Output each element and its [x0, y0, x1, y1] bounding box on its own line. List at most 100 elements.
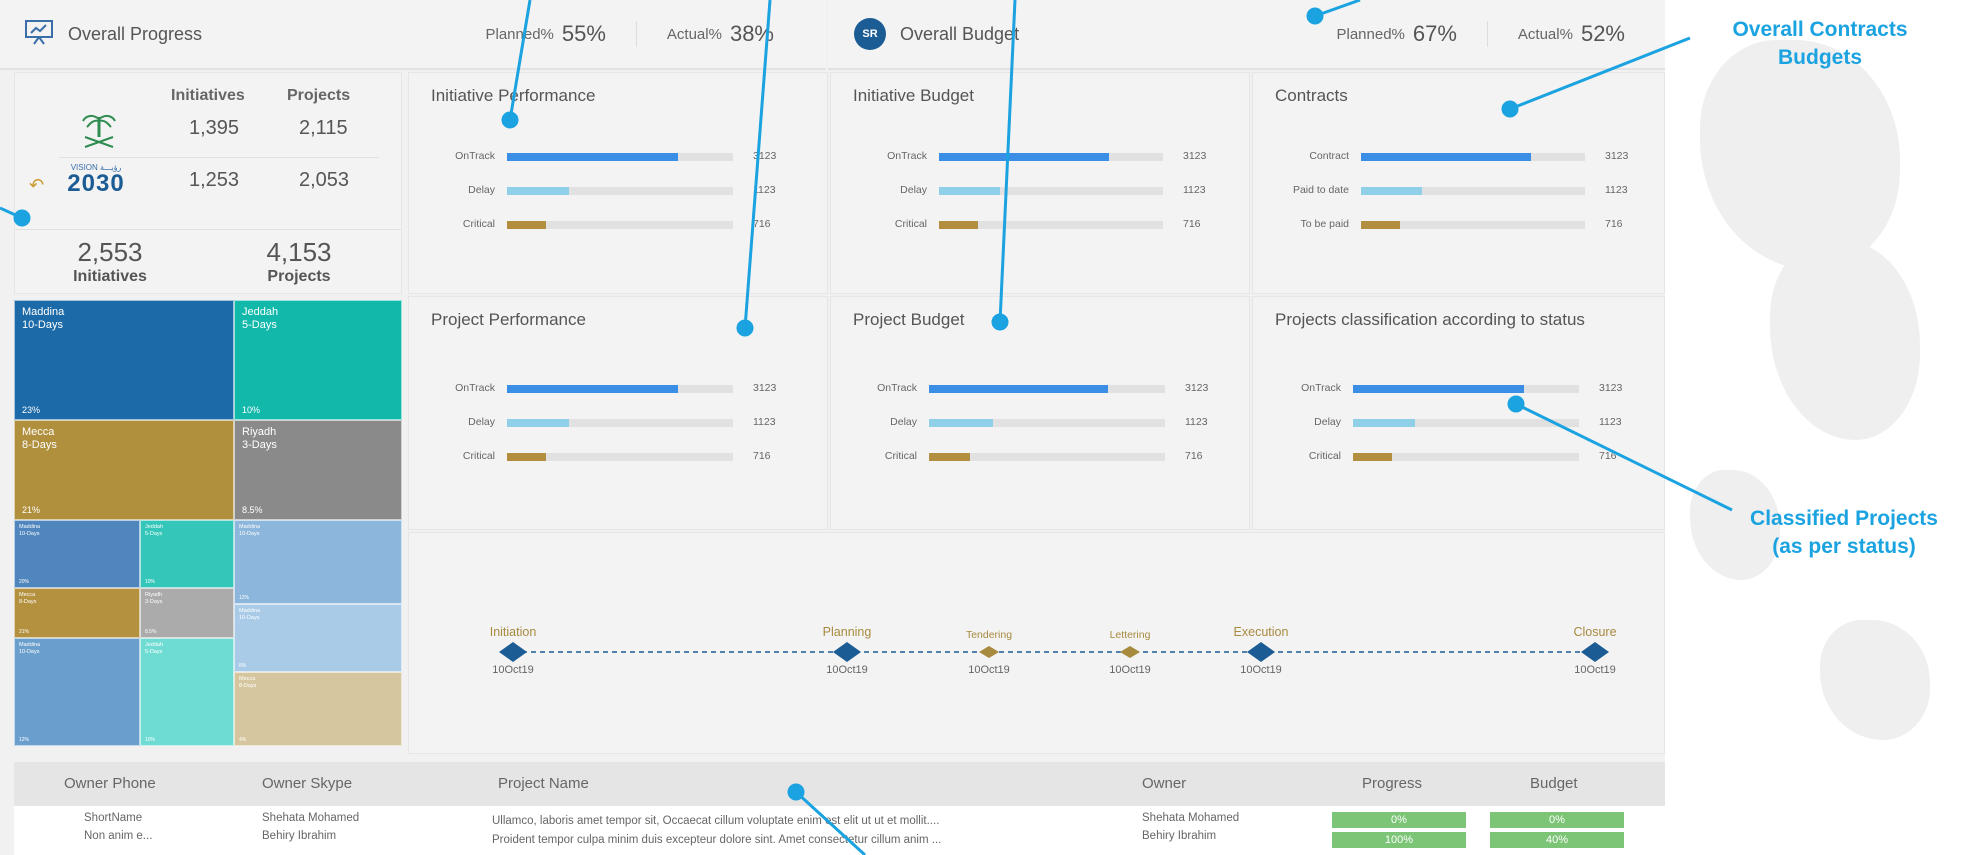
treemap-region-days: 8-Days	[22, 439, 57, 451]
treemap-region-name: Jeddah	[145, 524, 164, 530]
bar-fill[interactable]	[507, 385, 679, 393]
budget-actual-label: Actual%	[1517, 25, 1573, 43]
treemap-cell[interactable]: Mecca 8-Days 21%	[14, 420, 234, 520]
treemap-cell-label: Jeddah 5-Days	[145, 642, 163, 656]
timeline-stage-date: 10Oct19	[1574, 664, 1616, 676]
treemap-cell-percent: 23%	[22, 405, 41, 415]
bar-value: 716	[1185, 450, 1203, 462]
bar-fill[interactable]	[1361, 153, 1531, 161]
col-budget[interactable]: Budget	[1530, 762, 1578, 806]
progress-planned-value: 55%	[561, 21, 606, 46]
timeline-milestone-marker[interactable]	[833, 642, 861, 662]
col-progress[interactable]: Progress	[1362, 762, 1422, 806]
treemap-region-name: Riyadh	[145, 592, 163, 598]
timeline-milestone-marker[interactable]	[979, 646, 999, 658]
total-initiatives: 2,553 Initiatives	[55, 237, 165, 286]
timeline-milestone-marker[interactable]	[1120, 646, 1140, 658]
progress-badge: 0%	[1332, 812, 1466, 828]
budget-planned-label: Planned%	[1336, 25, 1405, 43]
bar-label: Delay	[468, 416, 495, 428]
bar-fill[interactable]	[1353, 385, 1525, 393]
bar-chart-panel: Contracts Contract 3123 Paid to date 1123 To …	[1252, 72, 1665, 294]
bar-value: 3123	[1605, 150, 1629, 162]
bar-label: Delay	[468, 184, 495, 196]
timeline-milestone-marker[interactable]	[499, 642, 527, 662]
treemap-region-name: Mecca	[22, 426, 55, 438]
overall-budget-header: SR Overall Budget Planned% 67% Actual% 5…	[828, 0, 1665, 70]
bar-fill[interactable]	[507, 153, 679, 161]
treemap-cell[interactable]: Maddina 10-Days 23%	[14, 300, 234, 420]
bar-fill[interactable]	[929, 453, 970, 461]
bar-fill[interactable]	[929, 385, 1108, 393]
initiatives-column-header: Initiatives	[171, 87, 245, 104]
bar-track	[507, 385, 733, 393]
bar-chart-panel: Projects classification according to sta…	[1252, 296, 1665, 530]
bar-value: 716	[1183, 218, 1201, 230]
treemap-region-name: Maddina	[19, 524, 41, 530]
bar-track	[929, 419, 1165, 427]
treemap-cell-label: Maddina 10-Days	[239, 524, 260, 538]
bar-track	[939, 221, 1163, 229]
bar-fill[interactable]	[507, 453, 547, 461]
timeline-milestone-marker[interactable]	[1581, 642, 1609, 662]
col-owner-skype[interactable]: Owner Skype	[262, 762, 352, 806]
bar-chart-panel: Project Budget OnTrack 3123 Delay 1123 Critic…	[830, 296, 1250, 530]
treemap-region-name: Jeddah	[242, 306, 279, 318]
bar-label: Critical	[1308, 450, 1341, 462]
treemap-cell[interactable]: Maddina 10-Days 20%	[14, 520, 140, 588]
bar-value: 1123	[1183, 184, 1206, 196]
timeline-stage-date: 10Oct19	[1240, 664, 1282, 676]
bar-value: 716	[1599, 450, 1617, 462]
bar-label: Critical	[894, 218, 927, 230]
money-bag-icon: SR	[854, 18, 886, 50]
divider	[59, 157, 379, 158]
timeline-milestone-marker[interactable]	[1247, 642, 1275, 662]
back-arrow-icon[interactable]: ↶	[29, 175, 44, 196]
timeline-stage-label: Lettering	[1109, 629, 1151, 641]
treemap-region-name: Mecca	[239, 676, 256, 682]
bar-label: OnTrack	[887, 150, 927, 162]
bar-value: 3123	[753, 150, 777, 162]
row1-projects-value: 2,115	[299, 117, 348, 139]
bar-fill[interactable]	[507, 187, 569, 195]
treemap-cell-label: Mecca 8-Days	[239, 676, 256, 690]
col-project-name[interactable]: Project Name	[498, 762, 589, 806]
cell-owner: Behiry Ibrahim	[1142, 830, 1217, 842]
bar-fill[interactable]	[507, 419, 569, 427]
treemap-region-name: Jeddah	[145, 642, 164, 648]
timeline-stage-label: Initiation	[489, 625, 537, 639]
treemap-cell[interactable]: Maddina 10-Days 12%	[234, 520, 402, 604]
bar-fill[interactable]	[1353, 419, 1415, 427]
treemap-region-name: Riyadh	[242, 426, 277, 438]
presentation-icon	[24, 19, 54, 50]
bar-fill[interactable]	[1361, 187, 1423, 195]
treemap-cell[interactable]: Maddina 10-Days 8%	[234, 604, 402, 672]
bar-chart-panel: Initiative Performance OnTrack 3123 Delay 11…	[408, 72, 828, 294]
bar-fill[interactable]	[939, 187, 1001, 195]
treemap-cell[interactable]: Maddina 10-Days 12%	[14, 638, 140, 746]
treemap-region-days: 10-Days	[19, 531, 40, 537]
treemap-cell-percent: 10%	[145, 737, 156, 743]
budget-badge: 40%	[1490, 832, 1624, 848]
treemap-cell[interactable]: Mecca 8-Days 4%	[234, 672, 402, 746]
palm-swords-emblem-icon	[77, 111, 121, 156]
treemap-cell[interactable]: Riyadh 3-Days 8.5%	[234, 420, 402, 520]
col-owner-phone[interactable]: Owner Phone	[64, 762, 156, 806]
treemap-cell[interactable]: Jeddah 5-Days 10%	[234, 300, 402, 420]
bar-fill[interactable]	[507, 221, 547, 229]
treemap-cell[interactable]: Jeddah 5-Days 10%	[140, 520, 234, 588]
bar-fill[interactable]	[929, 419, 994, 427]
treemap-cell[interactable]: Mecca 8-Days 21%	[14, 588, 140, 638]
bar-value: 3123	[1599, 382, 1623, 394]
bar-fill[interactable]	[939, 153, 1109, 161]
treemap-cell[interactable]: Jeddah 5-Days 10%	[140, 638, 234, 746]
bar-fill[interactable]	[1361, 221, 1400, 229]
treemap-cell-percent: 21%	[19, 629, 30, 635]
bar-fill[interactable]	[939, 221, 978, 229]
bar-label: Contract	[1309, 150, 1349, 162]
bar-fill[interactable]	[1353, 453, 1393, 461]
world-map-background	[1660, 0, 1974, 855]
treemap-cell[interactable]: Riyadh 3-Days 8.5%	[140, 588, 234, 638]
col-owner[interactable]: Owner	[1142, 762, 1186, 806]
callout-overall-contracts-budgets: Overall Contracts Budgets	[1700, 16, 1940, 72]
